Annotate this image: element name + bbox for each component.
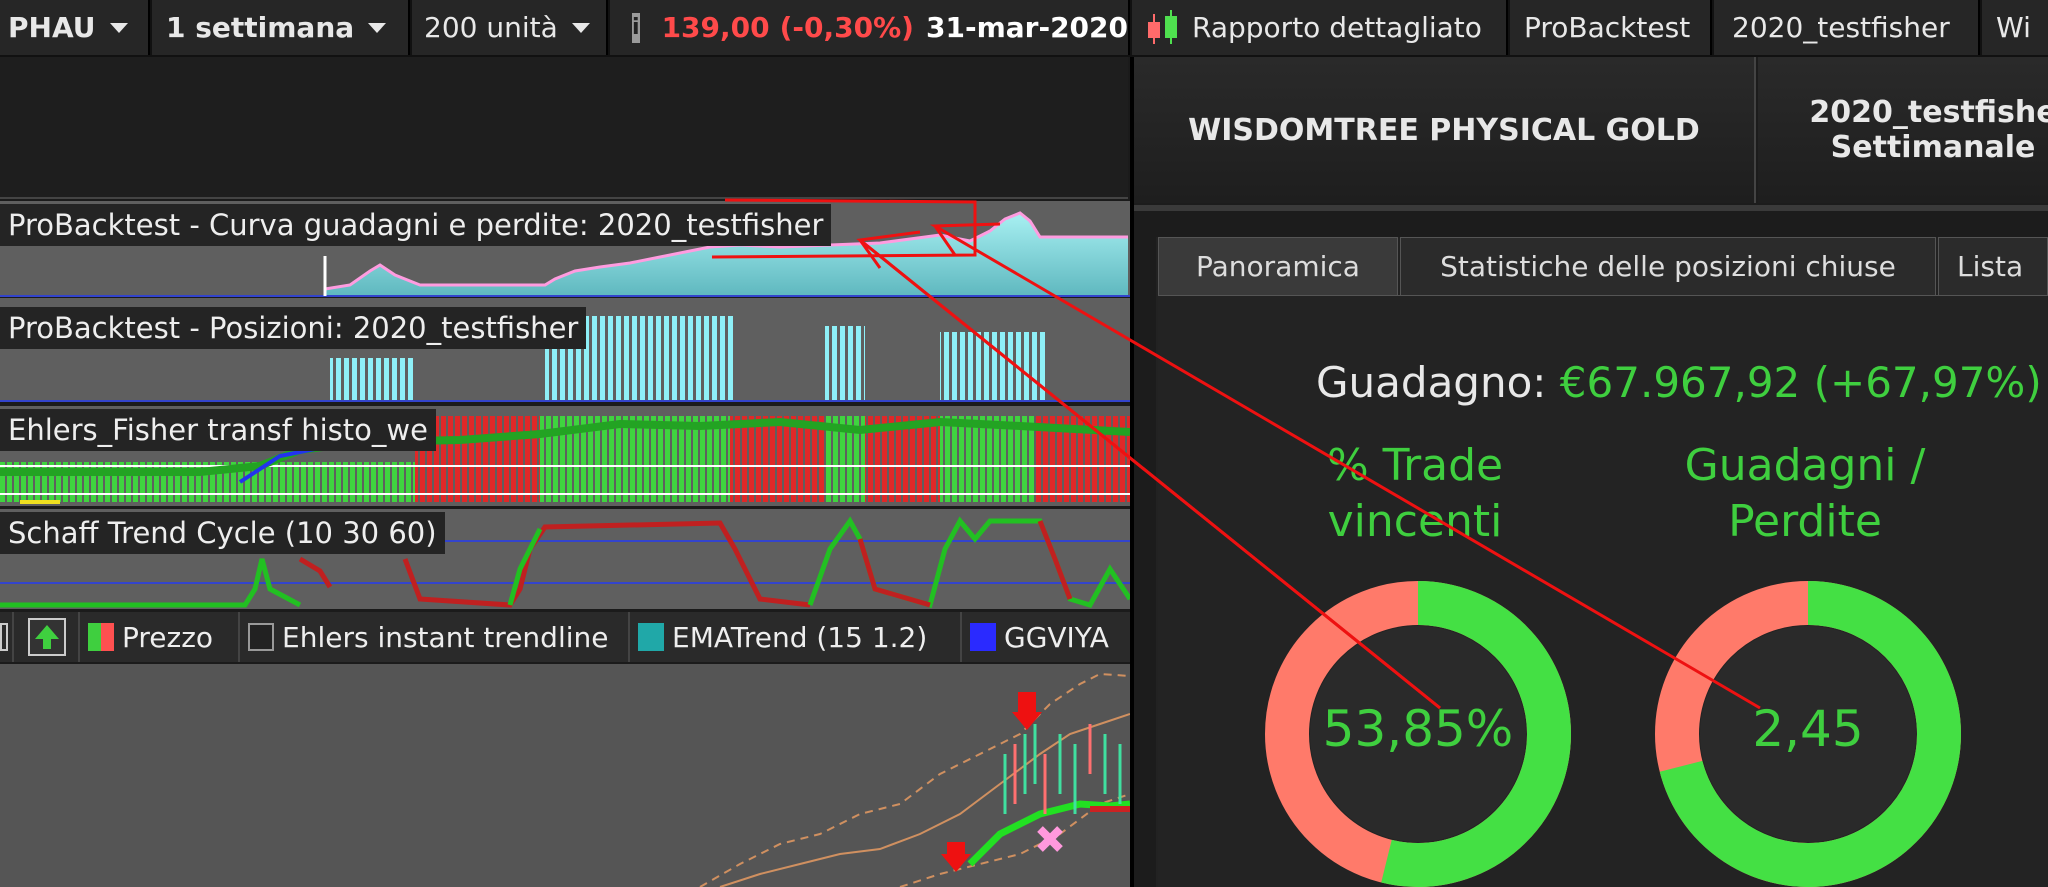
legend-price[interactable]: Prezzo [82,612,240,662]
positions-panel-label: ProBacktest - Posizioni: 2020_testfisher [0,307,587,349]
tab-closed-positions[interactable]: Statistiche delle posizioni chiuse [1400,237,1936,295]
price-change: (-0,30%) [779,11,914,44]
legend-ehlers[interactable]: Ehlers instant trendline [242,612,630,662]
ggv-swatch-icon [970,623,996,651]
schaff-panel-label: Schaff Trend Cycle (10 30 60) [0,512,445,554]
candlestick-icon [1148,9,1177,44]
tab-list[interactable]: Lista [1938,237,2048,295]
chart-header-area [0,57,1128,199]
system-tab[interactable]: 2020_testfisher [1714,0,1980,55]
units-label: 200 unità [424,11,558,44]
report-label: Rapporto dettagliato [1192,11,1482,44]
gain-summary: Guadagno: €67.967,92 (+67,97%) [1316,358,2048,407]
truncated-tab[interactable]: Wi [1982,0,2048,55]
gain-loss-title-line1: Guadagni / [1684,440,1926,491]
probacktest-label: ProBacktest [1524,11,1691,44]
price-swatch-icon [88,623,114,651]
report-divider [1134,205,2048,211]
arrow-up-icon[interactable] [16,612,80,662]
ematrend-swatch-icon [638,623,664,651]
price-candles-chart [699,672,1131,887]
tab-overview[interactable]: Panoramica [1158,237,1398,295]
price-info: i 139,00 (-0,30%) 31-mar-2020 [610,0,1130,55]
ehlers-swatch-icon [248,623,274,651]
gain-loss-value: 2,45 [1752,700,1864,758]
chevron-down-icon [571,22,590,33]
win-rate-title-line2: vincenti [1327,496,1503,547]
gain-label: Guadagno: [1316,358,1547,407]
legend-price-label: Prezzo [122,620,214,654]
gain-loss-title-line2: Perdite [1728,496,1882,547]
fisher-panel-label: Ehlers_Fisher transf histo_we [0,409,436,451]
price-chart[interactable] [0,664,1131,887]
detailed-report-button[interactable]: Rapporto dettagliato [1132,0,1508,55]
system-label: 2020_testfisher [1732,11,1950,44]
price-date: 31-mar-2020 [925,11,1128,44]
units-dropdown[interactable]: 200 unità [412,0,608,55]
equity-panel-label: ProBacktest - Curva guadagni e perdite: … [0,204,832,246]
timeframe-label: 1 settimana [166,11,355,44]
price-value: 139,00 [661,11,770,44]
legend-ehlers-label: Ehlers instant trendline [282,620,609,654]
report-period: Settimanale [1830,130,2036,165]
gain-loss-title: Guadagni / Perdite [1640,438,1970,550]
win-rate-value: 53,85% [1322,700,1514,758]
chevron-down-icon [368,22,387,33]
report-system-name: 2020_testfishe [1809,95,2048,130]
report-instrument-name: WISDOMTREE PHYSICAL GOLD [1134,57,1756,203]
truncated-label: Wi [1996,11,2031,44]
legend-ematrend-label: EMATrend (15 1.2) [672,620,928,654]
tab-closed-positions-label: Statistiche delle posizioni chiuse [1440,250,1896,283]
legend-ggv[interactable]: GGVIYA [964,612,1130,662]
timeframe-dropdown[interactable]: 1 settimana [152,0,410,55]
win-rate-title: % Trade vincenti [1250,438,1580,550]
report-system-info: 2020_testfishe Settimanale [1758,57,2048,203]
legend-ggv-label: GGVIYA [1004,620,1109,654]
instrument-label: PHAU [8,11,96,44]
chevron-down-icon [109,22,128,33]
tab-overview-label: Panoramica [1196,250,1360,283]
win-rate-title-line1: % Trade [1326,440,1504,491]
legend-ematrend[interactable]: EMATrend (15 1.2) [632,612,962,662]
tab-list-label: Lista [1957,250,2024,283]
info-icon[interactable]: i [632,12,640,43]
lock-icon[interactable] [0,612,14,662]
probacktest-button[interactable]: ProBacktest [1510,0,1712,55]
instrument-dropdown[interactable]: PHAU [0,0,150,55]
gain-value: €67.967,92 (+67,97%) [1559,358,2042,407]
